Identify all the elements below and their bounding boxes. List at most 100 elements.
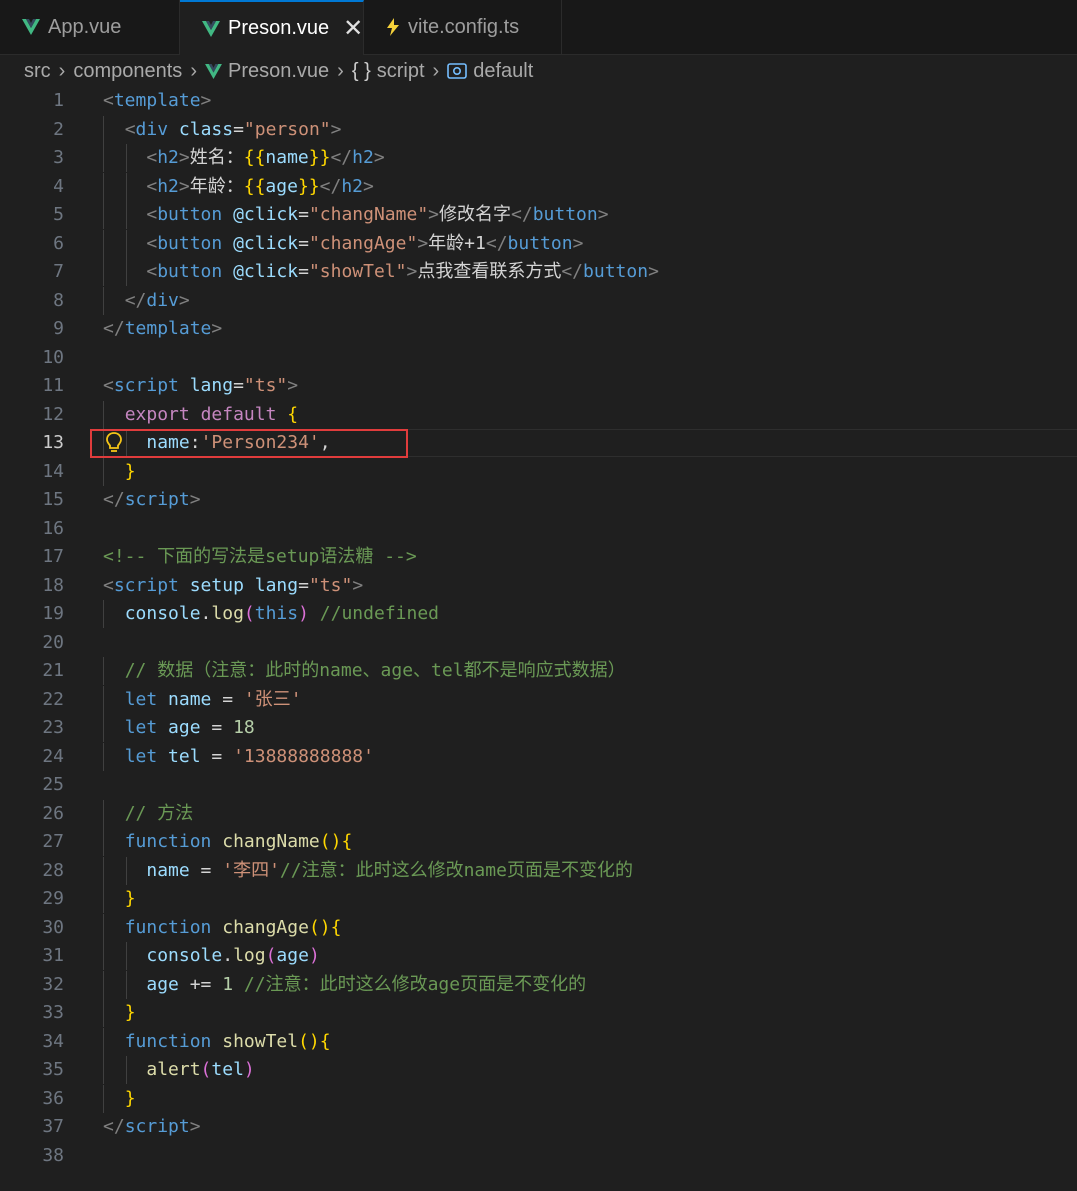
vue-icon bbox=[22, 19, 40, 35]
code-line[interactable]: 38 bbox=[0, 1142, 1077, 1170]
code-line[interactable]: 1 <template> bbox=[0, 87, 1077, 115]
code-token: 修改名字 bbox=[439, 204, 512, 225]
code-line[interactable]: 30 function changAge(){ bbox=[0, 913, 1077, 942]
code-line[interactable]: 26 // 方法 bbox=[0, 799, 1077, 828]
breadcrumb-item-script[interactable]: script bbox=[377, 60, 425, 83]
code-text: <script lang="ts"> bbox=[103, 372, 298, 400]
code-token: > bbox=[330, 118, 342, 140]
code-token: > bbox=[189, 489, 201, 510]
code-line[interactable]: 27 function changName(){ bbox=[0, 828, 1077, 856]
code-token: 姓名： bbox=[189, 147, 244, 168]
line-number: 20 bbox=[42, 631, 64, 653]
code-token: name bbox=[146, 859, 190, 881]
code-line[interactable]: 28 name = '李四'//注意：此时这么修改name页面是不变化的 bbox=[0, 856, 1077, 885]
code-token: script bbox=[113, 375, 179, 396]
code-token: > bbox=[178, 175, 190, 197]
code-line[interactable]: 22 let name = '张三' bbox=[0, 685, 1077, 714]
code-line[interactable]: 7 <button @click="showTel">点我查看联系方式</but… bbox=[0, 258, 1077, 286]
line-number: 18 bbox=[42, 574, 64, 596]
line-number: 23 bbox=[42, 717, 64, 738]
code-line[interactable]: 33 } bbox=[0, 999, 1077, 1027]
code-line[interactable]: 11 <script lang="ts"> bbox=[0, 372, 1077, 400]
code-text: <script setup lang="ts"> bbox=[103, 572, 363, 600]
code-token: script bbox=[113, 574, 179, 596]
code-token: '李四' bbox=[222, 859, 280, 881]
code-line[interactable]: 9 </template> bbox=[0, 315, 1077, 343]
code-line[interactable]: 35 alert(tel) bbox=[0, 1056, 1077, 1084]
code-line[interactable]: 6 <button @click="changAge">年龄+1</button… bbox=[0, 229, 1077, 258]
code-text: } bbox=[103, 1085, 136, 1113]
highlight-annotation-box bbox=[90, 429, 408, 458]
code-line[interactable]: 16 bbox=[0, 515, 1077, 543]
code-line[interactable]: 20 bbox=[0, 629, 1077, 657]
code-line[interactable]: 36 } bbox=[0, 1084, 1077, 1113]
code-line[interactable]: 21 // 数据（注意：此时的name、age、tel都不是响应式数据） bbox=[0, 657, 1077, 685]
lightbulb-icon[interactable] bbox=[106, 432, 122, 459]
code-line[interactable]: 15 </script> bbox=[0, 486, 1077, 514]
code-line[interactable]: 8 </div> bbox=[0, 286, 1077, 315]
code-line[interactable]: 24 let tel = '13888888888' bbox=[0, 742, 1077, 771]
code-token: > bbox=[178, 147, 190, 168]
code-token: < bbox=[146, 175, 158, 197]
close-icon[interactable]: ✕ bbox=[343, 14, 363, 43]
line-number: 29 bbox=[42, 888, 64, 909]
breadcrumb-item-src[interactable]: src bbox=[24, 60, 51, 83]
code-token: . bbox=[222, 945, 234, 966]
tab-label: vite.config.ts bbox=[408, 15, 520, 38]
code-token: ) bbox=[308, 945, 320, 966]
code-token: "ts" bbox=[243, 375, 288, 396]
tab-vite-config[interactable]: vite.config.ts bbox=[364, 0, 562, 54]
line-number: 31 bbox=[42, 945, 64, 966]
code-line[interactable]: 14 } bbox=[0, 457, 1077, 486]
vue-icon bbox=[202, 20, 220, 37]
breadcrumb-item-file[interactable]: Preson.vue bbox=[228, 60, 329, 83]
line-number: 36 bbox=[42, 1087, 64, 1109]
code-line[interactable]: 5 <button @click="changName">修改名字</butto… bbox=[0, 201, 1077, 229]
code-line[interactable]: 12 export default { bbox=[0, 400, 1077, 429]
code-token: = bbox=[233, 375, 244, 396]
code-line[interactable]: 3 <h2>姓名：{{name}}</h2> bbox=[0, 144, 1077, 172]
code-line[interactable]: 2 <div class="person"> bbox=[0, 115, 1077, 144]
code-text: function showTel(){ bbox=[103, 1028, 331, 1056]
line-number: 4 bbox=[53, 175, 64, 197]
code-token: = bbox=[298, 574, 309, 596]
code-line[interactable]: 29 } bbox=[0, 885, 1077, 913]
code-line[interactable]: 23 let age = 18 bbox=[0, 714, 1077, 742]
tab-app-vue[interactable]: App.vue bbox=[0, 0, 180, 54]
code-token: button bbox=[507, 232, 573, 254]
line-number: 35 bbox=[42, 1059, 64, 1080]
line-number: 22 bbox=[42, 688, 64, 710]
code-token: (){ bbox=[319, 831, 353, 852]
code-line[interactable]: 37 </script> bbox=[0, 1113, 1077, 1141]
code-line[interactable]: 32 age += 1 //注意：此时这么修改age页面是不变化的 bbox=[0, 970, 1077, 999]
code-line[interactable]: 17 <!-- 下面的写法是setup语法糖 --> bbox=[0, 543, 1077, 571]
code-line[interactable]: 18 <script setup lang="ts"> bbox=[0, 572, 1077, 600]
code-token: 18 bbox=[233, 717, 255, 738]
code-line[interactable]: 10 bbox=[0, 344, 1077, 372]
breadcrumb-item-default[interactable]: default bbox=[473, 60, 533, 83]
code-text: <button @click="showTel">点我查看联系方式</butto… bbox=[103, 258, 659, 286]
code-line[interactable]: 25 bbox=[0, 771, 1077, 799]
code-token: </ bbox=[511, 204, 533, 225]
line-number: 14 bbox=[42, 460, 64, 482]
breadcrumb-item-components[interactable]: components bbox=[73, 60, 182, 83]
code-token: button bbox=[157, 204, 223, 225]
code-line[interactable]: 4 <h2>年龄：{{age}}</h2> bbox=[0, 172, 1077, 201]
code-line[interactable]: 19 console.log(this) //undefined bbox=[0, 600, 1077, 628]
code-line[interactable]: 31 console.log(age) bbox=[0, 942, 1077, 970]
line-number: 9 bbox=[53, 318, 64, 339]
code-token: showTel bbox=[222, 1030, 299, 1052]
tab-preson-vue[interactable]: Preson.vue ✕ bbox=[180, 0, 364, 55]
line-number: 34 bbox=[42, 1030, 64, 1052]
code-token: console bbox=[146, 945, 223, 966]
chevron-right-icon: › bbox=[58, 59, 66, 82]
code-text: </div> bbox=[103, 287, 190, 315]
code-token: alert bbox=[146, 1059, 201, 1080]
code-line[interactable]: 34 function showTel(){ bbox=[0, 1027, 1077, 1056]
line-number: 38 bbox=[42, 1144, 64, 1166]
